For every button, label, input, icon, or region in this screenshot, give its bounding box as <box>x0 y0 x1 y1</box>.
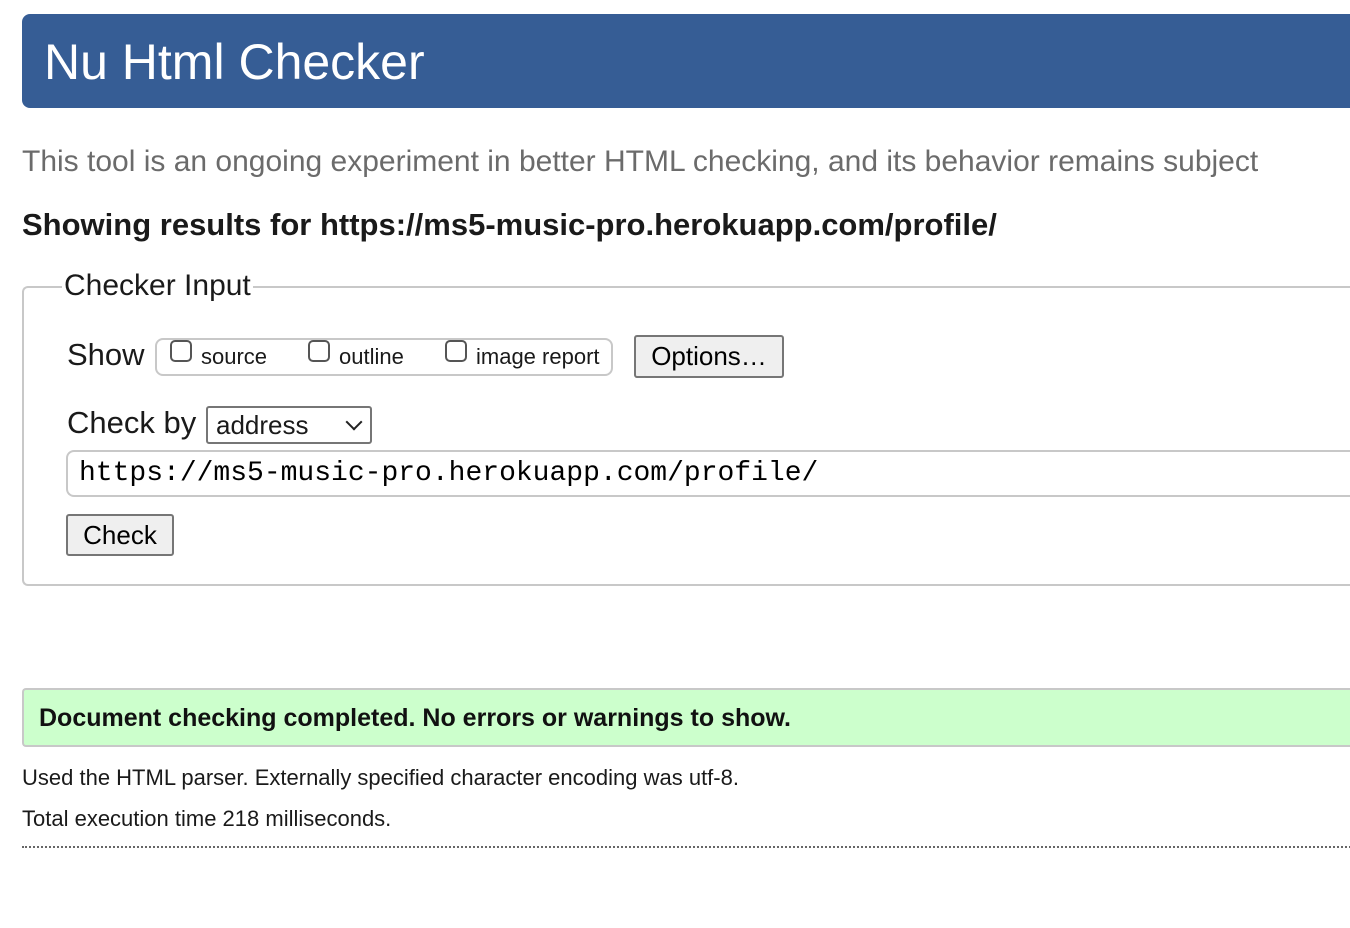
show-label: Show <box>67 337 145 372</box>
chevron-down-icon <box>345 413 363 431</box>
checker-input-legend: Checker Input <box>62 266 253 306</box>
parser-info: Used the HTML parser. Externally specifi… <box>22 765 739 790</box>
page-header: Nu Html Checker <box>22 14 1350 108</box>
check-by-select[interactable]: address <box>206 406 372 444</box>
success-message: Document checking completed. No errors o… <box>39 704 791 732</box>
outline-checkbox-label[interactable]: outline <box>339 343 404 371</box>
check-by-selected-value: address <box>216 410 309 440</box>
check-button[interactable]: Check <box>66 514 174 556</box>
url-input[interactable]: https://ms5-music-pro.herokuapp.com/prof… <box>66 450 1350 497</box>
check-by-label: Check by <box>67 405 197 440</box>
results-heading: Showing results for https://ms5-music-pr… <box>22 207 997 242</box>
execution-time: Total execution time 218 milliseconds. <box>22 806 392 831</box>
options-button[interactable]: Options… <box>634 335 784 378</box>
page: Nu Html Checker This tool is an ongoing … <box>0 0 1350 928</box>
intro-text: This tool is an ongoing experiment in be… <box>22 145 1259 178</box>
image-report-checkbox[interactable] <box>445 340 467 362</box>
image-report-checkbox-label[interactable]: image report <box>476 343 600 371</box>
source-checkbox[interactable] <box>170 340 192 362</box>
outline-checkbox[interactable] <box>308 340 330 362</box>
source-checkbox-label[interactable]: source <box>201 343 267 371</box>
success-message-box: Document checking completed. No errors o… <box>22 688 1350 747</box>
dotted-divider <box>22 846 1350 848</box>
page-title: Nu Html Checker <box>44 34 425 90</box>
